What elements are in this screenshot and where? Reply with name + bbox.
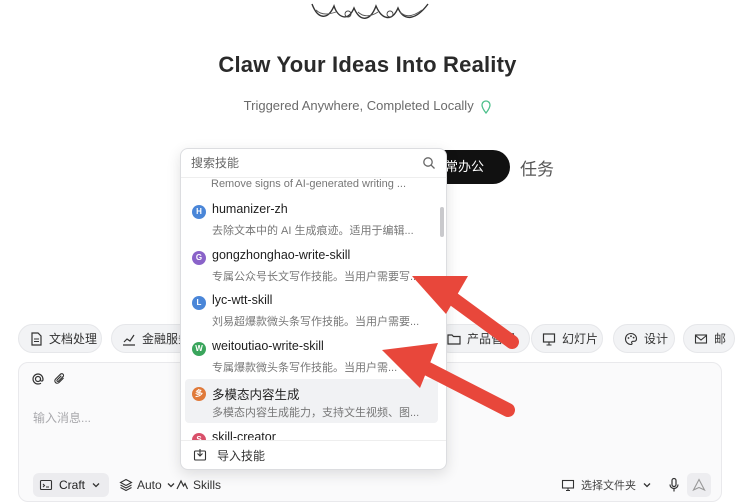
finance-chart-icon <box>123 334 135 346</box>
chip-label: 产品管理 <box>467 332 516 346</box>
scrollbar-thumb[interactable] <box>440 207 444 237</box>
layers-icon <box>119 478 133 492</box>
import-icon <box>193 449 207 461</box>
chip-slides[interactable]: 幻灯片 <box>531 324 603 353</box>
skill-avatar: 多 <box>192 387 206 401</box>
skill-item-multimodal[interactable]: 多 多模态内容生成 多模态内容生成能力，支持文生视频、图... <box>185 379 438 423</box>
craft-icon <box>39 479 53 491</box>
skill-desc: 去除文本中的 AI 生成痕迹。适用于编辑... <box>212 225 414 237</box>
partial-skill-desc: Remove signs of AI-generated writing ... <box>211 178 407 190</box>
chip-document[interactable]: 文档处理 <box>18 324 102 353</box>
import-skill-button[interactable]: 导入技能 <box>181 440 446 469</box>
send-icon <box>692 478 706 492</box>
chevron-down-icon <box>643 483 651 488</box>
skill-search-row <box>181 149 446 178</box>
skill-item-lyc-wtt[interactable]: L lyc-wtt-skill 刘易超爆款微头条写作技能。当用户需要... <box>185 288 438 332</box>
skill-name: weitoutiao-write-skill <box>212 339 324 353</box>
craft-label: Craft <box>59 478 86 492</box>
skill-name: humanizer-zh <box>212 202 288 216</box>
skills-button[interactable]: Skills <box>175 473 221 497</box>
chevron-down-icon <box>92 483 100 488</box>
skill-avatar: L <box>192 296 206 310</box>
send-button[interactable] <box>687 473 711 497</box>
composer-bottom-bar: Craft Auto Skills 选择文件夹 <box>33 473 711 497</box>
craft-mode-button[interactable]: Craft <box>33 473 109 497</box>
auto-model-button[interactable]: Auto <box>119 473 176 497</box>
skill-list: Remove signs of AI-generated writing ...… <box>181 177 446 441</box>
skill-item-humanizer-zh[interactable]: H humanizer-zh 去除文本中的 AI 生成痕迹。适用于编辑... <box>185 197 438 241</box>
skill-item-gongzhonghao[interactable]: G gongzhonghao-write-skill 专属公众号长文写作技能。当… <box>185 243 438 287</box>
skill-name: lyc-wtt-skill <box>212 293 273 307</box>
composer-tools <box>31 372 67 386</box>
skill-name: 多模态内容生成 <box>212 388 300 402</box>
skill-search-input[interactable] <box>191 154 411 172</box>
skill-avatar: G <box>192 251 206 265</box>
skill-item-weitoutiao[interactable]: W weitoutiao-write-skill 专属爆款微头条写作技能。当用户… <box>185 334 438 378</box>
skill-search-dropdown: Remove signs of AI-generated writing ...… <box>180 148 447 470</box>
skill-desc: 专属公众号长文写作技能。当用户需要写... <box>212 271 420 283</box>
page-title: Claw Your Ideas Into Reality <box>218 52 517 77</box>
folder-icon <box>447 333 461 345</box>
skills-label: Skills <box>193 478 222 492</box>
logo-illustration <box>311 3 429 19</box>
chip-label: 邮 <box>714 332 727 346</box>
skill-avatar: H <box>192 205 206 219</box>
paperclip-icon[interactable] <box>53 372 67 386</box>
mode-tab-task[interactable]: 任务 <box>520 155 554 180</box>
auto-label: Auto <box>137 478 162 492</box>
mail-icon <box>694 333 708 344</box>
slides-icon <box>542 332 556 346</box>
mention-icon[interactable] <box>31 372 45 386</box>
location-pin-icon <box>481 99 491 114</box>
chip-mail[interactable]: 邮 <box>683 324 735 353</box>
chip-product[interactable]: 产品管理 <box>436 324 530 353</box>
palette-icon <box>624 332 638 345</box>
skill-desc: 专属爆款微头条写作技能。当用户需... <box>212 362 398 374</box>
search-icon[interactable] <box>422 156 436 170</box>
document-icon <box>31 331 42 346</box>
chip-design[interactable]: 设计 <box>613 324 675 353</box>
tagline-text: Triggered Anywhere, Completed Locally <box>243 98 474 113</box>
tagline: Triggered Anywhere, Completed Locally <box>0 98 735 114</box>
skill-desc: 刘易超爆款微头条写作技能。当用户需要... <box>212 316 420 328</box>
skill-item-skill-creator[interactable]: S skill-creator <box>185 425 438 441</box>
skills-icon <box>176 479 189 490</box>
chip-label: 幻灯片 <box>562 332 599 346</box>
microphone-icon[interactable] <box>667 477 681 493</box>
folder-label: 选择文件夹 <box>581 480 636 492</box>
skill-avatar: W <box>192 342 206 356</box>
chip-label: 文档处理 <box>49 332 98 346</box>
chip-label: 设计 <box>644 332 669 346</box>
monitor-icon <box>561 479 575 492</box>
message-input[interactable]: 输入消息... <box>33 409 91 426</box>
skill-desc: 多模态内容生成能力，支持文生视频、图... <box>212 407 420 419</box>
skill-name: gongzhonghao-write-skill <box>212 248 351 262</box>
import-skill-label: 导入技能 <box>217 448 266 463</box>
select-folder-button[interactable]: 选择文件夹 <box>561 473 652 497</box>
